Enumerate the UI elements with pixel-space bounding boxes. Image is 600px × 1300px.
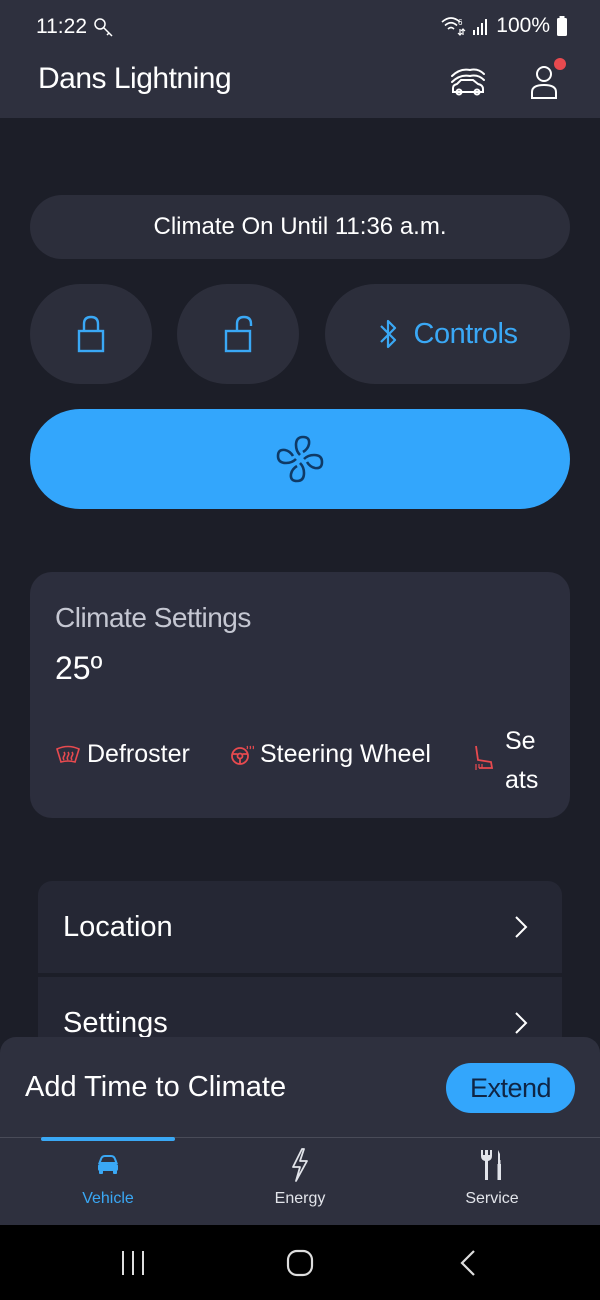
fan-icon [276, 435, 324, 483]
tab-vehicle[interactable]: Vehicle [33, 1146, 183, 1222]
climate-toggle-button[interactable] [30, 409, 570, 509]
unlock-icon [224, 315, 253, 353]
climate-settings-title: Climate Settings [55, 602, 251, 633]
controls-label: Controls [413, 317, 519, 350]
heated-steering-wheel-icon [231, 745, 254, 765]
key-icon [94, 18, 113, 37]
feature-label: Steering Wheel [260, 740, 431, 768]
lock-icon [77, 315, 105, 353]
recents-icon [122, 1251, 144, 1275]
home-icon [286, 1249, 314, 1277]
settings-label: Settings [63, 1006, 168, 1039]
app-bar: Dans Lightning [0, 56, 600, 118]
tools-icon [481, 1150, 501, 1180]
defroster-icon [56, 745, 80, 763]
tab-label: Service [465, 1190, 519, 1207]
climate-features: Defroster Steering Wheel Seats [55, 722, 550, 802]
tab-service[interactable]: Service [417, 1146, 567, 1222]
climate-temperature: 25º [55, 650, 103, 686]
car-icon [98, 1155, 118, 1174]
extend-climate-sheet: Add Time to Climate Extend [0, 1037, 600, 1137]
climate-status-text: Climate On Until 11:36 a.m. [153, 213, 447, 240]
climate-status-banner: Climate On Until 11:36 a.m. [30, 195, 570, 259]
tab-label: Vehicle [82, 1190, 134, 1207]
status-indicators: 6 100% [440, 14, 568, 38]
chevron-right-icon [515, 1012, 528, 1034]
extend-button[interactable]: Extend [446, 1063, 575, 1113]
profile-button[interactable] [524, 58, 566, 104]
back-button[interactable] [438, 1243, 498, 1283]
chevron-right-icon [515, 916, 528, 938]
unlock-button[interactable] [177, 284, 299, 384]
signal-icon [473, 19, 488, 35]
back-icon [460, 1250, 475, 1276]
tab-energy[interactable]: Energy [225, 1146, 375, 1222]
location-row[interactable]: Location [38, 881, 562, 973]
location-label: Location [63, 910, 173, 943]
heated-seat-icon [475, 745, 494, 770]
garage-icon [451, 68, 485, 96]
recents-button[interactable] [103, 1243, 163, 1283]
feature-steering-wheel: Steering Wheel [230, 740, 431, 769]
garage-button[interactable] [446, 62, 490, 102]
lightning-icon [292, 1148, 308, 1182]
bluetooth-icon [379, 319, 396, 349]
sheet-title: Add Time to Climate [25, 1071, 287, 1103]
climate-settings-card[interactable]: Climate Settings 25º Defroster Steering … [30, 572, 570, 818]
notification-badge [554, 58, 566, 70]
system-nav-bar [0, 1225, 600, 1300]
active-tab-indicator [41, 1137, 175, 1141]
status-time: 11:22 [36, 15, 87, 38]
controls-button[interactable]: Controls [325, 284, 570, 384]
svg-text:6: 6 [458, 18, 463, 27]
feature-defroster: Defroster [55, 740, 190, 769]
feature-label: Defroster [87, 740, 190, 768]
wifi-6-icon: 6 [441, 17, 466, 36]
tab-label: Energy [274, 1190, 326, 1207]
status-bar: 11:22 6 100% [0, 0, 600, 56]
feature-label: Seats [505, 727, 539, 794]
battery-icon [557, 16, 567, 36]
battery-percent: 100% [496, 14, 550, 37]
vehicle-name: Dans Lightning [38, 62, 232, 95]
bottom-tab-bar: Vehicle Energy Service [0, 1137, 600, 1225]
home-button[interactable] [270, 1243, 330, 1283]
lock-button[interactable] [30, 284, 152, 384]
